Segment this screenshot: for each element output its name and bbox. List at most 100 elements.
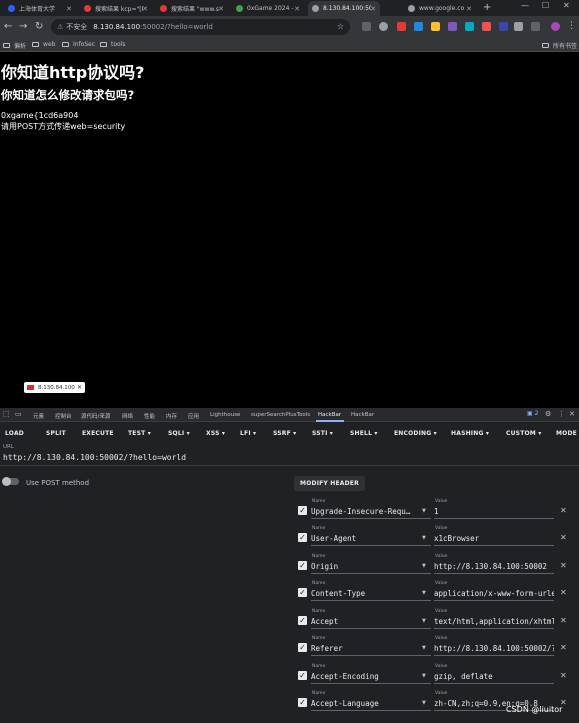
browser-tab[interactable]: 搜索结果 kcp="[P ✕ <box>80 1 152 16</box>
header-name-field[interactable]: Accept-Language <box>311 699 431 708</box>
dropdown-arrow-icon[interactable]: ▼ <box>422 618 426 624</box>
remove-header-icon[interactable]: ✕ <box>560 561 567 570</box>
menu-kebab-icon[interactable]: ⋮ <box>567 21 576 31</box>
dropdown-arrow-icon[interactable]: ▼ <box>422 508 426 514</box>
devtools-menu-icon[interactable]: ⋮ <box>558 410 565 418</box>
header-enable-checkbox[interactable]: ✓ <box>298 671 307 680</box>
header-value-field[interactable]: gzip, deflate <box>434 672 554 681</box>
extension-indigo-icon[interactable] <box>499 22 508 31</box>
devtools-tab[interactable]: superSearchPlusTools <box>251 412 310 418</box>
bookmark-folder[interactable]: web <box>32 41 55 48</box>
dropdown-arrow-icon[interactable]: ▼ <box>422 563 426 569</box>
header-enable-checkbox[interactable]: ✓ <box>298 698 307 707</box>
browser-tab[interactable]: 上海体育大学 ✕ <box>4 1 76 16</box>
hackbar-shell-menu[interactable]: SHELL ▾ <box>350 430 378 437</box>
header-name-field[interactable]: Accept-Encoding <box>311 672 431 681</box>
warning-icon[interactable]: ⚠ <box>57 23 63 31</box>
header-enable-checkbox[interactable]: ✓ <box>298 533 307 542</box>
hackbar-test-menu[interactable]: TEST ▾ <box>128 430 151 437</box>
tab-close-icon[interactable]: ✕ <box>218 5 224 13</box>
header-name-field[interactable]: Upgrade-Insecure-Requ… <box>311 507 431 516</box>
tab-close-icon[interactable]: ✕ <box>66 5 72 13</box>
post-method-toggle[interactable] <box>2 477 19 486</box>
browser-tab[interactable]: 搜索结果 "www.s ✕ <box>156 1 228 16</box>
close-icon[interactable]: ✕ <box>77 384 82 391</box>
close-window-icon[interactable]: ✕ <box>563 1 570 10</box>
devtools-tab[interactable]: HackBar <box>351 412 374 418</box>
hackbar-custom-menu[interactable]: CUSTOM ▾ <box>506 430 541 437</box>
tab-close-icon[interactable]: ✕ <box>142 5 148 13</box>
new-tab-button[interactable]: + <box>483 2 491 13</box>
extension-printer-icon[interactable] <box>379 22 388 31</box>
remove-header-icon[interactable]: ✕ <box>560 643 567 652</box>
issues-badge[interactable]: ▣ 2 <box>527 410 538 417</box>
devtools-tab[interactable]: 性能 <box>144 412 155 420</box>
devtools-tab[interactable]: Lighthouse <box>210 412 240 418</box>
header-value-field[interactable]: text/html,application/xhtml <box>434 617 554 626</box>
devtools-tab[interactable]: 源代码/来源 <box>81 412 110 420</box>
url-field[interactable]: http://8.130.84.100:50002/?hello=world <box>3 453 186 462</box>
bookmark-folder[interactable]: tools <box>100 41 126 48</box>
bookmark-folder[interactable]: 偏析 <box>3 41 26 50</box>
devtools-tab[interactable]: 网络 <box>122 412 133 420</box>
header-name-field[interactable]: Origin <box>311 562 431 571</box>
header-enable-checkbox[interactable]: ✓ <box>298 588 307 597</box>
header-value-field[interactable]: x1cBrowser <box>434 534 554 543</box>
tab-close-icon[interactable]: ✕ <box>466 5 472 13</box>
hackbar-hashing-menu[interactable]: HASHING ▾ <box>451 430 489 437</box>
extension-red-icon[interactable] <box>397 22 406 31</box>
browser-tab[interactable]: 0xGame 2024 - 7 ✕ <box>232 1 304 16</box>
hackbar-mode-menu[interactable]: MODE <box>556 430 577 437</box>
dropdown-arrow-icon[interactable]: ▼ <box>422 590 426 596</box>
dropdown-arrow-icon[interactable]: ▼ <box>422 535 426 541</box>
devtools-tab[interactable]: 控制台 <box>55 412 72 420</box>
settings-gear-icon[interactable]: ⚙ <box>545 410 551 418</box>
hackbar-encoding-menu[interactable]: ENCODING ▾ <box>394 430 437 437</box>
header-name-field[interactable]: Referer <box>311 644 431 653</box>
extension-play-icon[interactable] <box>362 22 371 31</box>
hackbar-sqli-menu[interactable]: SQLI ▾ <box>168 430 190 437</box>
devtools-tab[interactable]: 元素 <box>33 412 44 420</box>
tab-close-icon[interactable]: ✕ <box>370 5 376 13</box>
dropdown-arrow-icon[interactable]: ▼ <box>422 673 426 679</box>
header-enable-checkbox[interactable]: ✓ <box>298 643 307 652</box>
header-value-field[interactable]: http://8.130.84.100:50002/? <box>434 644 554 653</box>
devtools-tab-hackbar-active[interactable]: HackBar <box>318 412 341 418</box>
tab-close-icon[interactable]: ✕ <box>294 5 300 13</box>
header-value-field[interactable]: http://8.130.84.100:50002 <box>434 562 554 571</box>
header-value-field[interactable]: 1 <box>434 507 554 516</box>
devtools-tab[interactable]: 内存 <box>166 412 177 420</box>
extension-yellow-icon[interactable] <box>431 22 440 31</box>
modify-header-button[interactable]: MODIFY HEADER <box>294 476 365 491</box>
side-panel-icon[interactable] <box>531 22 540 31</box>
remove-header-icon[interactable]: ✕ <box>560 588 567 597</box>
reload-icon[interactable]: ↻ <box>35 21 43 32</box>
header-enable-checkbox[interactable]: ✓ <box>298 616 307 625</box>
security-label[interactable]: 不安全 <box>66 22 87 32</box>
bookmark-folder[interactable]: InfoSec <box>62 41 95 48</box>
bookmark-star-icon[interactable]: ☆ <box>337 22 344 31</box>
header-name-field[interactable]: User-Agent <box>311 534 431 543</box>
dropdown-arrow-icon[interactable]: ▼ <box>422 700 426 706</box>
forward-icon[interactable]: → <box>19 21 27 32</box>
header-enable-checkbox[interactable]: ✓ <box>298 561 307 570</box>
profile-avatar[interactable] <box>551 22 560 31</box>
hackbar-xss-menu[interactable]: XSS ▾ <box>206 430 225 437</box>
extension-badge-icon[interactable] <box>482 22 491 31</box>
hackbar-execute-button[interactable]: EXECUTE <box>82 430 114 437</box>
maximize-icon[interactable]: ☐ <box>542 1 549 10</box>
browser-tab-active[interactable]: 8.130.84.100:500 ✕ <box>308 1 380 16</box>
hackbar-split-button[interactable]: SPLIT <box>46 430 66 437</box>
remove-header-icon[interactable]: ✕ <box>560 616 567 625</box>
all-bookmarks[interactable]: 所有书签 <box>542 41 577 50</box>
minimize-icon[interactable]: — <box>521 1 529 10</box>
remove-header-icon[interactable]: ✕ <box>560 533 567 542</box>
extensions-puzzle-icon[interactable] <box>514 22 523 31</box>
extension-teal-icon[interactable] <box>465 22 474 31</box>
extension-purple-icon[interactable] <box>448 22 457 31</box>
hackbar-load-button[interactable]: LOAD <box>5 430 24 437</box>
devtools-tab[interactable]: 应用 <box>188 412 199 420</box>
remove-header-icon[interactable]: ✕ <box>560 506 567 515</box>
hackbar-ssti-menu[interactable]: SSTI ▾ <box>312 430 333 437</box>
browser-tab[interactable]: www.google.co ✕ <box>404 1 476 16</box>
